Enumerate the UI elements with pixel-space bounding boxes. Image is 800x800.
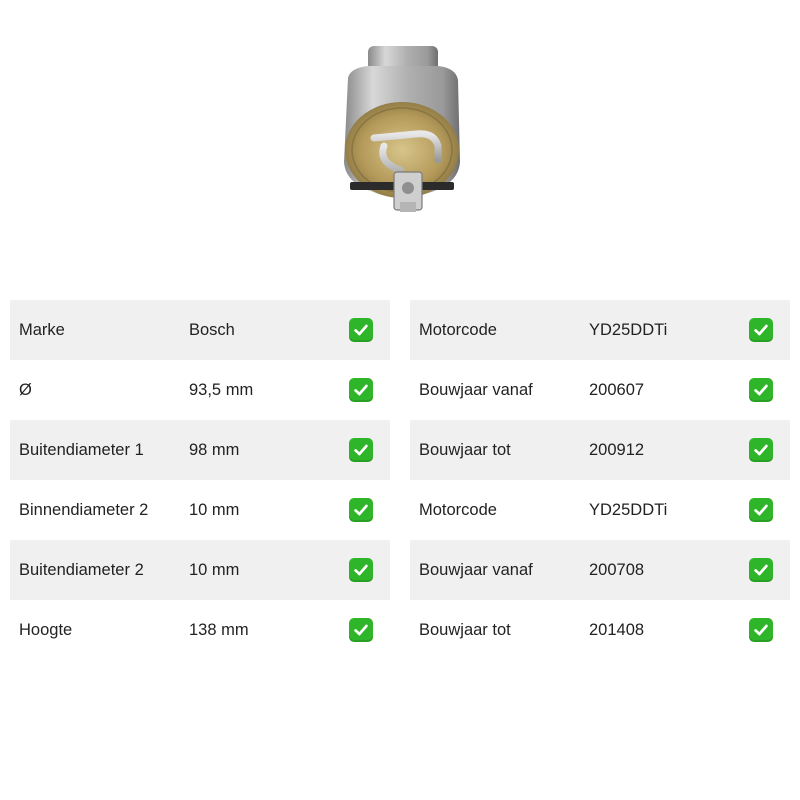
check-icon bbox=[349, 378, 373, 402]
check-icon bbox=[749, 378, 773, 402]
spec-label: Bouwjaar tot bbox=[419, 440, 511, 459]
check-icon bbox=[749, 498, 773, 522]
spec-value: YD25DDTi bbox=[589, 320, 668, 339]
table-row: Bouwjaar tot 200912 bbox=[410, 420, 790, 480]
check-icon bbox=[749, 618, 773, 642]
spec-label: Bouwjaar tot bbox=[419, 620, 511, 639]
table-row: Bouwjaar vanaf 200607 bbox=[410, 360, 790, 420]
spec-value: Bosch bbox=[189, 320, 235, 339]
spec-table-right: Motorcode YD25DDTi Bouwjaar vanaf 200607… bbox=[410, 300, 790, 660]
spec-label: Ø bbox=[19, 380, 32, 399]
check-icon bbox=[349, 498, 373, 522]
spec-value: 10 mm bbox=[189, 500, 240, 519]
table-row: Bouwjaar tot 201408 bbox=[410, 600, 790, 660]
table-row: Motorcode YD25DDTi bbox=[410, 300, 790, 360]
spec-label: Hoogte bbox=[19, 620, 73, 639]
spec-value: 138 mm bbox=[189, 620, 249, 639]
spec-value: 200607 bbox=[589, 380, 645, 399]
table-row: Buitendiameter 1 98 mm bbox=[10, 420, 390, 480]
check-icon bbox=[349, 618, 373, 642]
spec-value: 200708 bbox=[589, 560, 645, 579]
fuel-filter-image bbox=[338, 42, 464, 216]
table-row: Bouwjaar vanaf 200708 bbox=[410, 540, 790, 600]
spec-label: Buitendiameter 2 bbox=[19, 560, 144, 579]
check-icon bbox=[749, 438, 773, 462]
spec-value: YD25DDTi bbox=[589, 500, 668, 519]
spec-label: Binnendiameter 2 bbox=[19, 500, 149, 519]
spec-label: Buitendiameter 1 bbox=[19, 440, 144, 459]
spec-label: Marke bbox=[19, 320, 65, 339]
spec-value: 10 mm bbox=[189, 560, 240, 579]
spec-value: 93,5 mm bbox=[189, 380, 254, 399]
check-icon bbox=[349, 318, 373, 342]
check-icon bbox=[749, 318, 773, 342]
spec-label: Motorcode bbox=[419, 320, 497, 339]
table-row: Marke Bosch bbox=[10, 300, 390, 360]
check-icon bbox=[349, 558, 373, 582]
spec-value: 201408 bbox=[589, 620, 645, 639]
check-icon bbox=[749, 558, 773, 582]
spec-table-left: Marke Bosch Ø 93,5 mm Buitendiameter 1 9… bbox=[10, 300, 390, 660]
fuel-filter-icon bbox=[344, 46, 460, 212]
table-row: Motorcode YD25DDTi bbox=[410, 480, 790, 540]
spec-label: Motorcode bbox=[419, 500, 497, 519]
table-row: Binnendiameter 2 10 mm bbox=[10, 480, 390, 540]
table-row: Ø 93,5 mm bbox=[10, 360, 390, 420]
spec-value: 200912 bbox=[589, 440, 645, 459]
check-icon bbox=[349, 438, 373, 462]
spec-label: Bouwjaar vanaf bbox=[419, 560, 533, 579]
table-row: Buitendiameter 2 10 mm bbox=[10, 540, 390, 600]
table-row: Hoogte 138 mm bbox=[10, 600, 390, 660]
spec-value: 98 mm bbox=[189, 440, 240, 459]
spec-label: Bouwjaar vanaf bbox=[419, 380, 533, 399]
